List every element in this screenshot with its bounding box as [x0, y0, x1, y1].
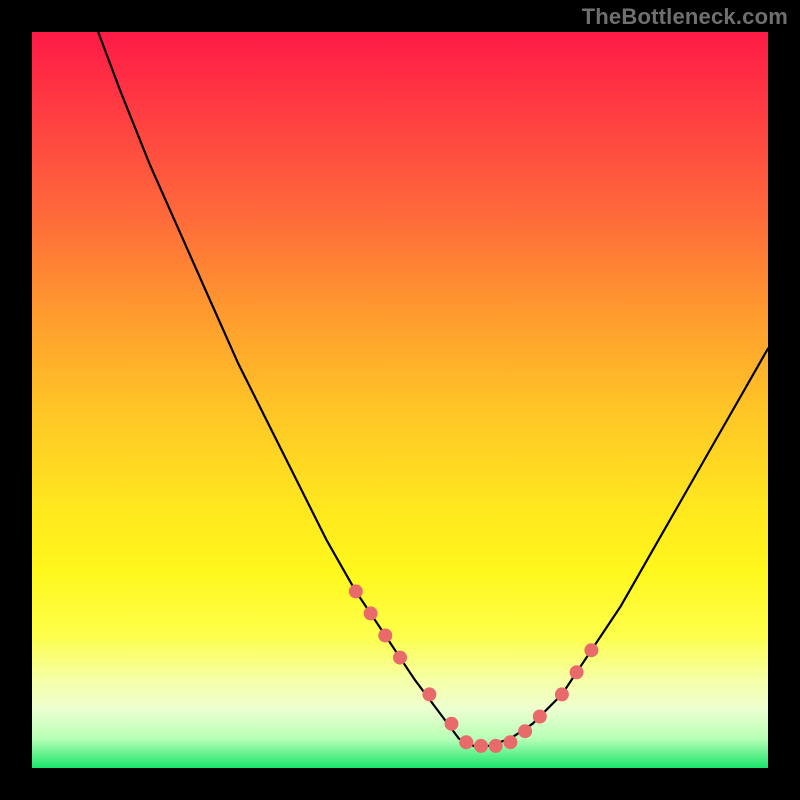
data-point — [445, 717, 459, 731]
data-point — [518, 724, 532, 738]
data-point — [555, 687, 569, 701]
data-point — [570, 665, 584, 679]
data-point — [422, 687, 436, 701]
data-point — [489, 739, 503, 753]
data-point — [459, 735, 473, 749]
plot-svg — [32, 32, 768, 768]
data-point — [503, 735, 517, 749]
data-point — [349, 584, 363, 598]
data-point — [584, 643, 598, 657]
data-point — [474, 739, 488, 753]
data-point — [393, 651, 407, 665]
chart-frame: TheBottleneck.com — [0, 0, 800, 800]
data-point — [378, 629, 392, 643]
dots-group — [349, 584, 599, 753]
plot-area — [32, 32, 768, 768]
watermark-text: TheBottleneck.com — [582, 4, 788, 30]
bottleneck-curve — [98, 32, 768, 746]
data-point — [533, 710, 547, 724]
data-point — [364, 606, 378, 620]
